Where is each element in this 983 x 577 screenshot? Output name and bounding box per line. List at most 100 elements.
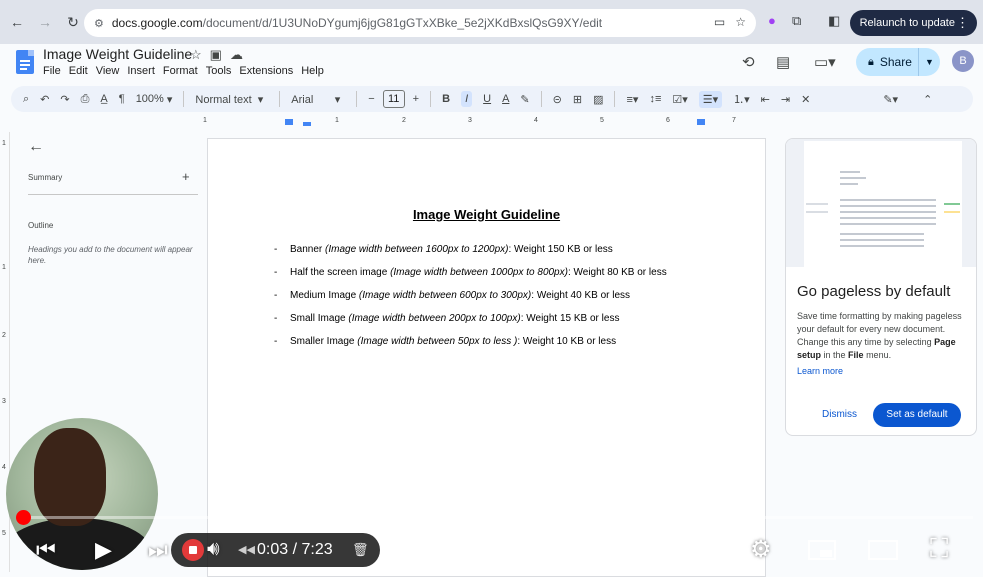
address-bar[interactable]: ⚙ docs.google.com/document/d/1U3UNoDYgum… <box>84 9 756 37</box>
theater-mode-icon[interactable] <box>868 540 898 560</box>
document-title[interactable]: Image Weight Guideline <box>43 46 192 62</box>
next-icon[interactable]: ⏭ <box>148 536 168 564</box>
account-avatar[interactable]: B <box>952 50 974 72</box>
move-folder-icon[interactable]: ▣ <box>210 47 222 63</box>
zoom-select[interactable]: 100% ▾ <box>136 93 173 106</box>
menu-extensions[interactable]: Extensions <box>239 65 293 77</box>
search-menus-icon[interactable]: ⌕ <box>23 93 29 106</box>
list-item[interactable]: Small Image (Image width between 200px t… <box>274 313 667 336</box>
left-indent-marker[interactable] <box>285 119 293 125</box>
bulleted-list-icon[interactable]: ☰▾ <box>698 90 723 108</box>
item-suffix: : Weight 40 KB or less <box>531 290 631 301</box>
add-summary-icon[interactable]: + <box>182 169 190 184</box>
italic-icon[interactable]: I <box>461 91 473 107</box>
decrease-font-icon[interactable]: − <box>368 93 374 105</box>
back-icon[interactable]: ← <box>6 11 28 33</box>
meet-icon[interactable]: ▭▾ <box>814 53 836 71</box>
ruler-label: 1 <box>2 140 6 147</box>
collapse-menus-icon[interactable]: ⌃ <box>923 93 932 106</box>
highlight-icon[interactable]: ✎ <box>520 93 529 106</box>
card-body-bold: File <box>848 350 864 360</box>
subtitles-button[interactable]: CC <box>690 541 716 559</box>
menu-edit[interactable]: Edit <box>69 65 88 77</box>
stop-recording-button[interactable] <box>182 539 204 561</box>
star-icon[interactable]: ☆ <box>190 47 202 63</box>
menu-insert[interactable]: Insert <box>127 65 155 77</box>
version-history-icon[interactable]: ⟲ <box>742 53 755 71</box>
volume-icon[interactable]: 🔊︎ <box>207 535 220 563</box>
menu-format[interactable]: Format <box>163 65 198 77</box>
right-indent-marker[interactable] <box>697 119 705 125</box>
print-icon[interactable]: ⎙ <box>81 93 90 106</box>
play-icon[interactable]: ▶ <box>95 536 112 564</box>
list-item[interactable]: Medium Image (Image width between 600px … <box>274 290 667 313</box>
previous-icon[interactable]: ⏮ <box>36 536 56 564</box>
divider <box>28 194 198 195</box>
horizontal-ruler[interactable]: 1 1 2 3 4 5 6 7 <box>203 117 767 129</box>
list-item[interactable]: Smaller Image (Image width between 50px … <box>274 336 667 359</box>
paint-format-icon[interactable]: ¶ <box>119 93 125 105</box>
relaunch-button[interactable]: Relaunch to update <box>849 10 977 36</box>
spellcheck-icon[interactable]: A̲ <box>100 93 107 105</box>
redo-icon[interactable]: ↷ <box>60 93 69 106</box>
menu-file[interactable]: File <box>43 65 61 77</box>
font-size-input[interactable]: 11 <box>382 90 405 108</box>
docs-logo-icon[interactable] <box>16 50 34 74</box>
increase-font-icon[interactable]: + <box>413 93 419 105</box>
item-text: Banner <box>290 244 326 255</box>
add-comment-icon[interactable]: ⊞ <box>573 93 582 106</box>
extensions-puzzle-icon[interactable]: ⧉ <box>792 13 801 29</box>
reload-icon[interactable]: ↻ <box>62 11 84 33</box>
delete-icon[interactable]: 🗑︎ <box>352 542 369 558</box>
cast-icon[interactable]: ▭ <box>714 15 725 29</box>
clear-formatting-icon[interactable]: ✕ <box>801 93 810 106</box>
menu-tools[interactable]: Tools <box>206 65 232 77</box>
document-heading[interactable]: Image Weight Guideline <box>208 207 765 222</box>
bold-icon[interactable]: B <box>442 93 450 105</box>
font-value: Arial <box>291 93 314 106</box>
style-select[interactable]: Normal text ▾ <box>195 93 263 106</box>
font-select[interactable]: Arial ▾ <box>291 93 340 106</box>
menu-view[interactable]: View <box>96 65 120 77</box>
side-panel-icon[interactable]: ◧ <box>828 13 840 29</box>
close-outline-icon[interactable]: ← <box>28 138 44 156</box>
pageless-preview-image <box>786 139 976 267</box>
undo-icon[interactable]: ↶ <box>40 93 49 106</box>
document-page[interactable]: Image Weight Guideline Banner (Image wid… <box>207 138 766 577</box>
bookmark-star-icon[interactable]: ☆ <box>735 15 746 29</box>
url-host: docs.google.com <box>111 16 203 30</box>
ruler-label: 5 <box>2 530 6 537</box>
share-dropdown-icon[interactable]: ▼ <box>918 48 940 76</box>
cloud-status-icon[interactable]: ☁ <box>230 47 243 63</box>
video-progress-bar[interactable] <box>22 516 973 519</box>
set-as-default-button[interactable]: Set as default <box>873 403 961 427</box>
comments-icon[interactable]: ▤ <box>776 53 790 71</box>
forward-icon[interactable]: → <box>34 11 56 33</box>
settings-gear-icon[interactable]: ⚙ <box>750 536 772 564</box>
scrubber-handle[interactable] <box>16 510 31 525</box>
share-button[interactable]: 🔒︎ Share ▼ <box>856 48 940 76</box>
menu-help[interactable]: Help <box>301 65 324 77</box>
insert-image-icon[interactable]: ▨ <box>593 93 603 106</box>
document-outline-pane: ← Summary + Outline Headings you add to … <box>14 136 204 296</box>
line-spacing-icon[interactable]: ↕≡ <box>649 93 661 105</box>
editing-mode-icon[interactable]: ✎▾ <box>883 93 898 106</box>
dismiss-button[interactable]: Dismiss <box>822 409 857 420</box>
link-icon[interactable]: ⊝ <box>553 93 562 106</box>
underline-icon[interactable]: U <box>483 93 491 105</box>
numbered-list-icon[interactable]: ⒈▾ <box>733 91 750 107</box>
first-line-marker[interactable] <box>303 122 311 126</box>
ruler-label: 1 <box>2 264 6 271</box>
site-info-icon[interactable]: ⚙ <box>94 17 104 30</box>
increase-indent-icon[interactable]: ⇥ <box>781 93 790 106</box>
learn-more-link[interactable]: Learn more <box>797 366 843 376</box>
fullscreen-icon[interactable]: ⛶ <box>930 534 948 562</box>
list-item[interactable]: Banner (Image width between 1600px to 12… <box>274 244 667 267</box>
list-item[interactable]: Half the screen image (Image width betwe… <box>274 267 667 290</box>
decrease-indent-icon[interactable]: ⇤ <box>761 93 770 106</box>
align-icon[interactable]: ≡▾ <box>626 93 638 106</box>
extension-icon[interactable]: ● <box>768 13 776 28</box>
text-color-icon[interactable]: A <box>502 93 509 105</box>
rewind-icon[interactable]: ◀◀ <box>238 543 255 556</box>
checklist-icon[interactable]: ☑▾ <box>672 93 687 106</box>
